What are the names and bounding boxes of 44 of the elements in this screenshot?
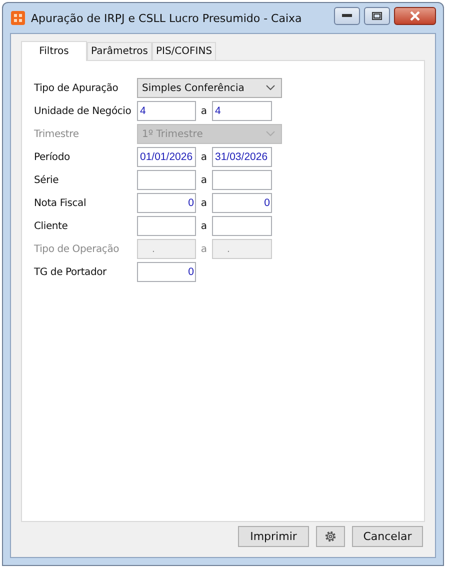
range-separator: a (200, 152, 208, 162)
input-field[interactable] (212, 216, 272, 236)
minimize-button[interactable] (334, 7, 360, 25)
dialog-button[interactable]: Cancelar (352, 526, 423, 547)
settings-button[interactable] (316, 526, 345, 547)
minimize-icon (342, 14, 352, 18)
field-label: Tipo de Operação (34, 244, 120, 254)
input-field[interactable]: 0 (212, 193, 272, 213)
input-field[interactable]: 4 (137, 101, 196, 121)
maximize-button[interactable] (364, 7, 390, 25)
settings-icon (324, 530, 337, 543)
field-label: Nota Fiscal (34, 198, 88, 208)
close-icon (409, 11, 421, 21)
tab[interactable]: Filtros (21, 41, 87, 61)
field-label: Período (34, 152, 71, 162)
input-field[interactable]: 0 (137, 262, 196, 282)
dropdown[interactable]: Simples Conferência (137, 78, 282, 98)
app-icon (11, 11, 25, 25)
input-field[interactable]: 4 (212, 101, 272, 121)
range-separator: a (200, 174, 208, 186)
field-label: TG de Portador (34, 266, 108, 278)
chevron-icon (266, 85, 275, 91)
range-separator: a (200, 198, 208, 208)
field-label: Unidade de Negócio (34, 106, 132, 116)
field-label: Tipo de Apuração (34, 82, 120, 94)
field-label: Série (34, 174, 60, 186)
input-field[interactable] (137, 216, 196, 236)
range-separator: a (200, 220, 208, 232)
input-field[interactable]: 01/01/2026 (137, 147, 196, 167)
close-button[interactable] (394, 7, 436, 25)
field-label: Cliente (34, 220, 69, 232)
window-title: Apuração de IRPJ e CSLL Lucro Presumido - Caixa (31, 12, 303, 24)
range-separator: a (200, 244, 208, 254)
chevron-icon (266, 131, 275, 137)
input-field[interactable] (137, 170, 196, 190)
input-field[interactable] (212, 170, 272, 190)
field-label: Trimestre (34, 128, 80, 140)
tab[interactable]: PIS/COFINS (152, 42, 216, 60)
maximize-icon (372, 12, 382, 20)
dialog-button[interactable]: Imprimir (238, 526, 309, 547)
tab[interactable]: Parâmetros (87, 42, 152, 60)
range-separator: a (200, 106, 208, 116)
input-field[interactable]: 0 (137, 193, 196, 213)
input-field[interactable]: 31/03/2026 (212, 147, 272, 167)
